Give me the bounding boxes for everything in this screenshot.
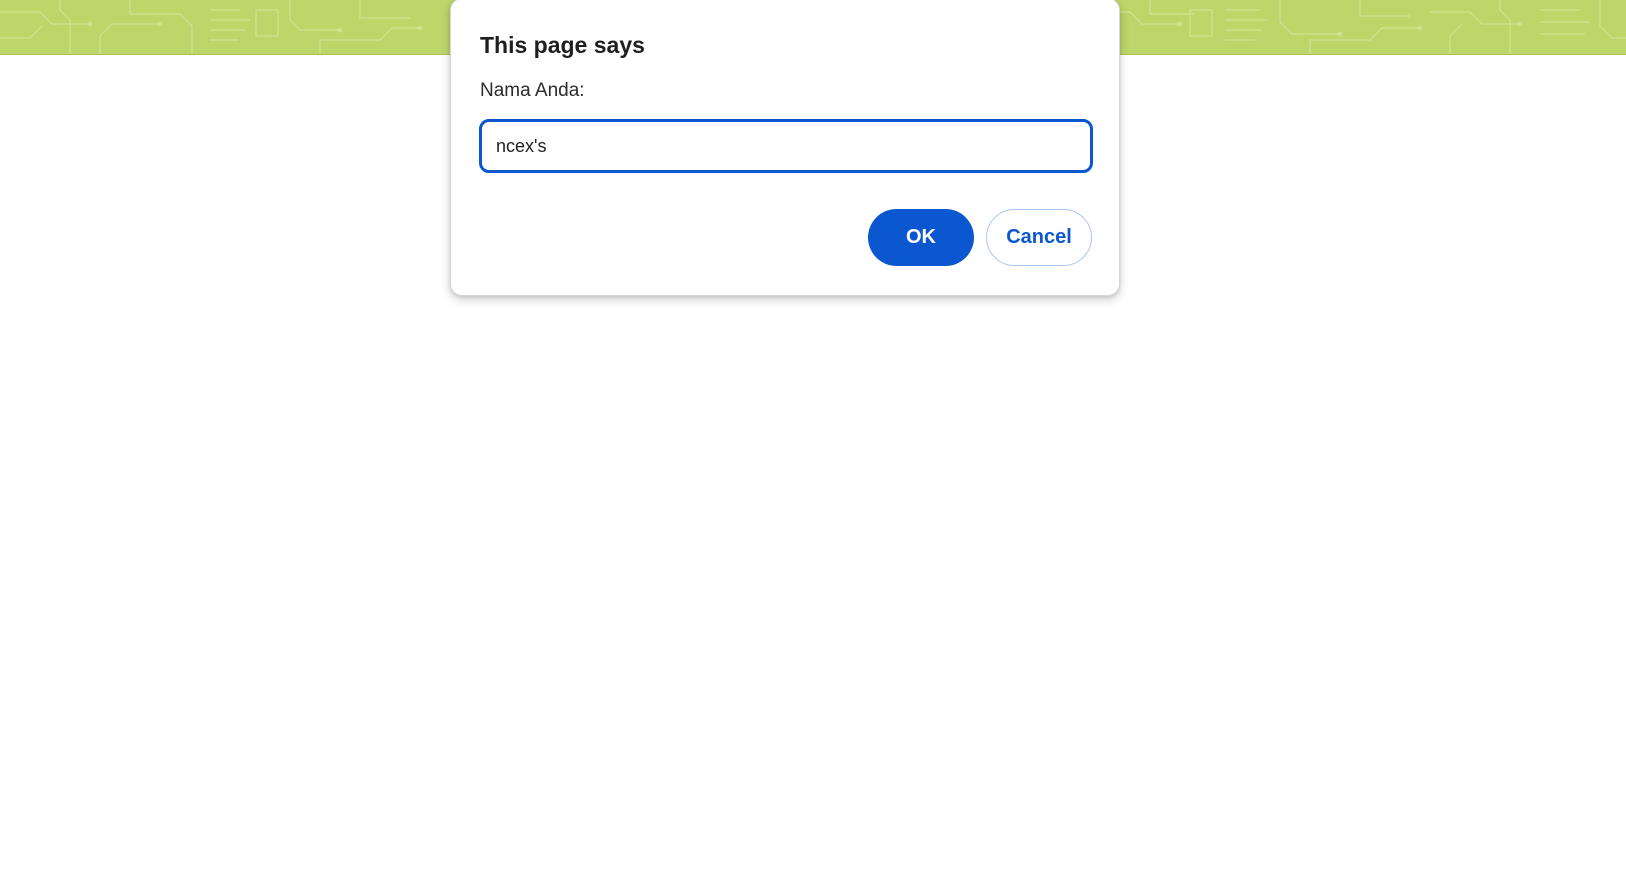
dialog-title: This page says — [480, 32, 645, 58]
ok-button[interactable]: OK — [868, 209, 974, 266]
dialog-message: Nama Anda: — [480, 80, 585, 101]
cancel-button[interactable]: Cancel — [986, 209, 1092, 266]
browser-page: This page says Nama Anda: OK Cancel — [0, 0, 1626, 872]
prompt-dialog: This page says Nama Anda: OK Cancel — [450, 0, 1120, 296]
prompt-text-input[interactable] — [479, 119, 1093, 173]
